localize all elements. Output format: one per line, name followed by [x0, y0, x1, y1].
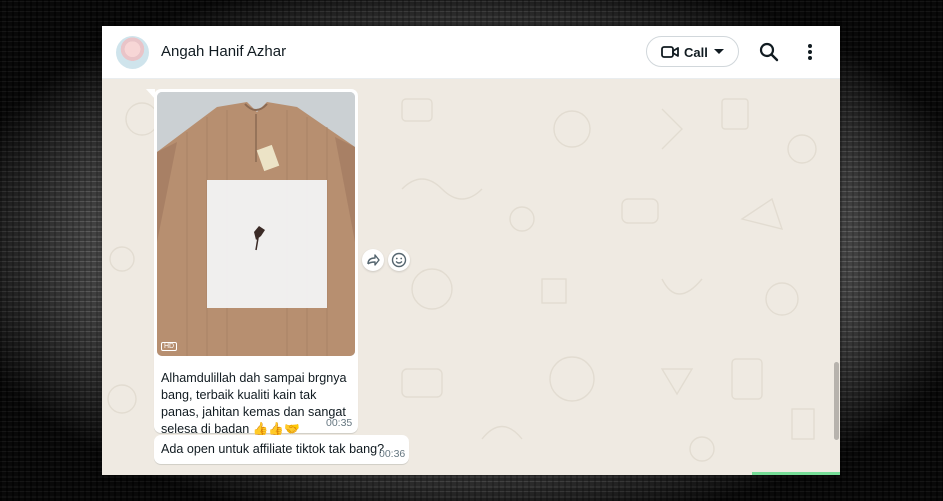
forward-icon — [367, 254, 380, 266]
scrollbar[interactable] — [834, 79, 840, 475]
scroll-thumb[interactable] — [834, 362, 839, 440]
message-timestamp: 00:35 — [326, 417, 353, 429]
search-icon[interactable] — [758, 41, 780, 63]
message-photo[interactable]: HD — [157, 92, 355, 356]
shirt-photo — [157, 92, 355, 356]
contact-name[interactable]: Angah Hanif Azhar — [161, 43, 286, 60]
hd-badge: HD — [161, 342, 178, 351]
chat-window: Angah Hanif Azhar Call HD Alhamdulillah … — [102, 26, 840, 475]
more-vertical-icon[interactable] — [799, 41, 821, 63]
image-message-bubble[interactable]: HD Alhamdulillah dah sampai brgnya bang,… — [154, 89, 358, 436]
chevron-down-icon — [714, 49, 724, 54]
composer-accent — [752, 472, 840, 475]
forward-button[interactable] — [362, 249, 384, 271]
image-caption: Alhamdulillah dah sampai brgnya bang, te… — [161, 371, 347, 436]
message-text: Ada open untuk affiliate tiktok tak bang… — [161, 442, 385, 456]
call-label: Call — [684, 45, 708, 60]
emoji-reaction-icon — [391, 252, 407, 268]
contact-avatar[interactable] — [116, 36, 149, 69]
message-timestamp: 00:36 — [379, 448, 406, 460]
call-button[interactable]: Call — [646, 36, 739, 67]
chat-header: Angah Hanif Azhar Call — [102, 26, 840, 79]
video-call-icon — [661, 46, 679, 58]
text-message-bubble[interactable]: Ada open untuk affiliate tiktok tak bang… — [154, 435, 409, 464]
react-button[interactable] — [388, 249, 410, 271]
message-list[interactable]: HD Alhamdulillah dah sampai brgnya bang,… — [102, 79, 840, 475]
